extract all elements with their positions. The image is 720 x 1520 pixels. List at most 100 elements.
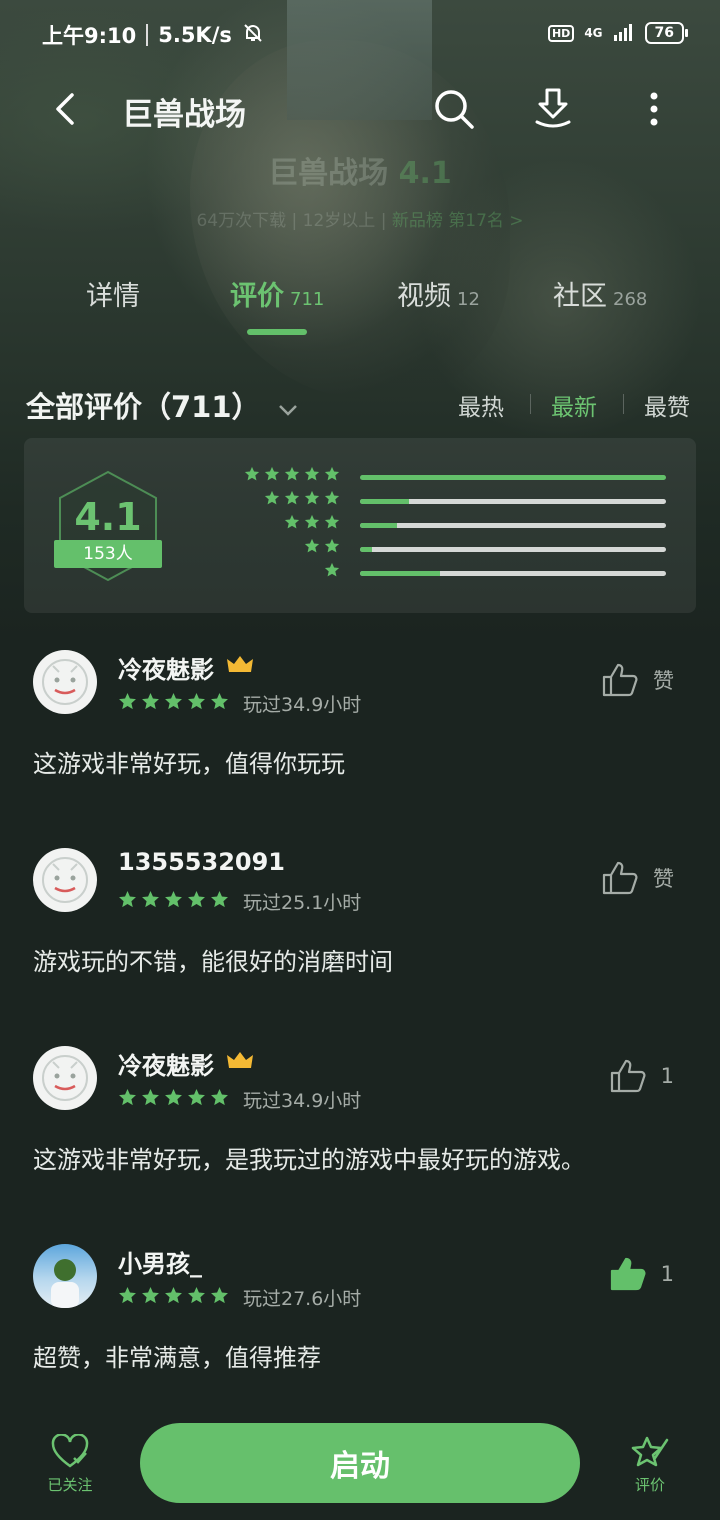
sort-most-liked[interactable]: 最赞 — [644, 388, 690, 422]
reviewer-name-row[interactable]: 冷夜魅影 — [118, 650, 254, 685]
sort-newest[interactable]: 最新 — [551, 388, 597, 422]
star-icon — [119, 1089, 136, 1106]
play-time: 玩过34.9小时 — [243, 694, 362, 716]
star-icon — [188, 693, 205, 710]
review-item[interactable]: 冷夜魅影 玩过34.9小时 这游戏非常好玩，值得你玩玩 赞 — [0, 640, 720, 830]
game-rating: 4.1 — [398, 156, 452, 191]
star-icon — [211, 693, 228, 710]
tab-videos[interactable]: 视频 12 — [397, 274, 480, 313]
rate-label: 评价 — [634, 1476, 665, 1494]
star-icon — [119, 693, 136, 710]
star-icon — [244, 466, 260, 481]
star-icon — [304, 490, 320, 505]
review-text: 这游戏非常好玩，是我玩过的游戏中最好玩的游戏。 — [33, 1146, 585, 1174]
score-value: 4.1 — [74, 495, 142, 539]
star-icon — [165, 891, 182, 908]
tab-label: 详情 — [86, 281, 140, 312]
launch-button[interactable]: 启动 — [140, 1423, 580, 1503]
tab-count: 12 — [457, 289, 480, 310]
star-icon — [324, 490, 340, 505]
reviewer-name-row[interactable]: 冷夜魅影 — [118, 1046, 254, 1081]
active-tab-indicator — [247, 329, 307, 335]
star-icon — [324, 538, 340, 553]
review-text: 超赞，非常满意，值得推荐 — [33, 1344, 321, 1372]
like-count: 1 — [660, 1262, 674, 1286]
game-downloads: 64万次下载 — [196, 211, 287, 231]
review-stars — [118, 692, 229, 711]
like-button[interactable]: 1 — [609, 1256, 674, 1292]
thumbs-up-icon — [610, 1059, 646, 1093]
rating-bar-fill — [360, 475, 666, 480]
tab-community[interactable]: 社区 268 — [553, 274, 647, 313]
tab-count: 268 — [613, 289, 648, 310]
avatar[interactable] — [33, 1244, 97, 1308]
rating-row-stars — [244, 466, 340, 482]
star-icon — [165, 693, 182, 710]
rating-row-stars — [324, 562, 340, 578]
network-speed: 5.5K/s — [158, 23, 232, 47]
star-icon — [165, 1089, 182, 1106]
rating-bar — [360, 475, 666, 480]
search-button[interactable] — [428, 83, 480, 135]
star-icon — [142, 1089, 159, 1106]
review-stars — [118, 890, 229, 909]
rating-row-3-stars — [220, 514, 670, 538]
star-icon — [142, 891, 159, 908]
avatar[interactable] — [33, 650, 97, 714]
thumbs-up-icon — [610, 1257, 646, 1291]
star-icon — [324, 466, 340, 481]
download-icon — [535, 88, 571, 128]
reviewer-name: 小男孩_ — [118, 1250, 202, 1278]
star-icon — [142, 1287, 159, 1304]
reviews-header: 全部评价（711） 最热 最新 最赞 — [0, 380, 720, 430]
rating-row-1-stars — [220, 562, 670, 586]
avatar[interactable] — [33, 848, 97, 912]
rating-row-stars — [304, 538, 340, 554]
download-button[interactable] — [527, 83, 579, 135]
star-icon — [165, 1287, 182, 1304]
review-item[interactable]: 1355532091 玩过25.1小时游戏玩的不错，能很好的消磨时间 赞 — [0, 838, 720, 1028]
reviewer-name-row[interactable]: 小男孩_ — [118, 1244, 202, 1279]
bottom-bar: 已关注 启动 评价 — [0, 1410, 720, 1520]
review-item[interactable]: 冷夜魅影玩过34.9小时这游戏非常好玩，是我玩过的游戏中最好玩的游戏。 1 — [0, 1036, 720, 1226]
more-button[interactable] — [628, 83, 680, 135]
reviewer-name: 1355532091 — [118, 848, 285, 876]
star-icon — [188, 1287, 205, 1304]
game-age: 12岁以上 — [302, 211, 376, 231]
heart-check-icon — [51, 1433, 89, 1468]
reviews-filter-dropdown[interactable]: 全部评价（711） — [26, 384, 299, 426]
tab-details[interactable]: 详情 — [86, 274, 146, 313]
tab-reviews[interactable]: 评价 711 — [230, 274, 324, 313]
star-icon — [142, 693, 159, 710]
review-text: 游戏玩的不错，能很好的消磨时间 — [33, 948, 393, 976]
rating-row-5-stars — [220, 466, 670, 490]
play-time: 玩过34.9小时 — [243, 1090, 362, 1112]
mute-bell-icon — [242, 22, 264, 49]
write-review-button[interactable]: 评价 — [610, 1434, 690, 1495]
review-stars — [118, 1286, 229, 1305]
reviewer-name: 冷夜魅影 — [118, 1052, 214, 1080]
avatar[interactable] — [33, 1046, 97, 1110]
game-name: 巨兽战场 — [268, 156, 389, 191]
like-button[interactable]: 1 — [609, 1058, 674, 1094]
search-icon — [435, 90, 474, 129]
sort-hot[interactable]: 最热 — [458, 388, 504, 422]
like-button[interactable]: 赞 — [601, 860, 674, 896]
star-icon — [188, 1089, 205, 1106]
reviews-title: 全部评价（711） — [26, 390, 261, 424]
game-rank[interactable]: 新品榜 第17名 > — [392, 211, 524, 231]
back-button[interactable] — [45, 87, 85, 131]
rating-count: 153人 — [54, 540, 162, 568]
reviewer-name-row[interactable]: 1355532091 — [118, 848, 285, 876]
like-button[interactable]: 赞 — [601, 662, 674, 698]
star-icon — [304, 514, 320, 529]
play-time: 玩过25.1小时 — [243, 892, 362, 914]
rating-bar-fill — [360, 499, 409, 504]
follow-button[interactable]: 已关注 — [30, 1433, 110, 1495]
star-icon — [119, 891, 136, 908]
review-item[interactable]: 小男孩_ 玩过27.6小时 超赞，非常满意，值得推荐 1 — [0, 1234, 720, 1424]
star-edit-icon — [631, 1436, 669, 1467]
star-icon — [119, 1287, 136, 1304]
crown-icon — [226, 1050, 254, 1078]
rating-bar-fill — [360, 547, 373, 552]
